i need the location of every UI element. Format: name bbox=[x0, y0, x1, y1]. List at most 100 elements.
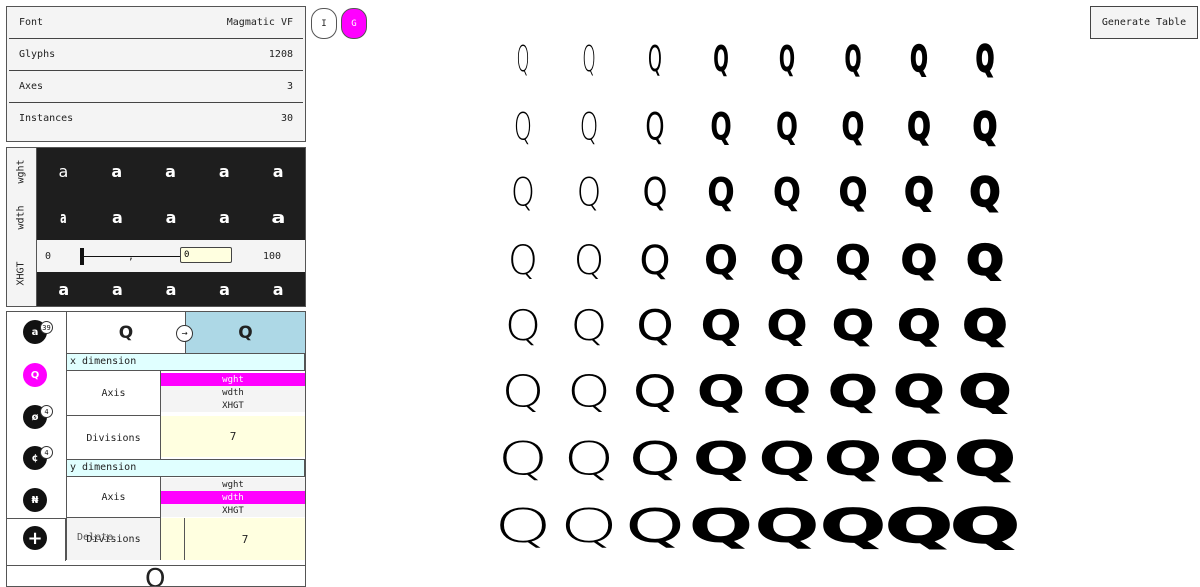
glyph-count-badge: 4 bbox=[40, 405, 53, 418]
grid-glyph: Q bbox=[501, 366, 545, 417]
info-label: Glyphs bbox=[19, 49, 56, 60]
grid-glyph: Q bbox=[703, 235, 739, 284]
grid-glyph: Q bbox=[772, 170, 802, 216]
grid-glyph: Q bbox=[972, 103, 998, 148]
grid-glyph: Q bbox=[835, 235, 871, 284]
grid-glyph: Q bbox=[953, 432, 1016, 486]
x-dimension-header: x dimension bbox=[66, 353, 305, 371]
grid-glyph: Q bbox=[910, 39, 928, 80]
generate-table-button[interactable]: Generate Table bbox=[1090, 6, 1198, 39]
add-glyph-button[interactable]: + bbox=[23, 526, 47, 550]
preview-glyph: a bbox=[58, 279, 70, 299]
axis-option[interactable]: wdth bbox=[161, 386, 305, 399]
slider-tick: , bbox=[128, 251, 135, 262]
preview-glyph: a bbox=[272, 161, 284, 181]
grid-glyph: Q bbox=[692, 432, 750, 486]
axis-option[interactable]: XHGT bbox=[161, 399, 305, 412]
grid-glyph: Q bbox=[884, 498, 953, 553]
axis-option-selected[interactable]: wdth bbox=[161, 491, 305, 504]
x-axis-select[interactable]: wght wdth XHGT bbox=[161, 373, 305, 412]
info-value: 1208 bbox=[268, 49, 293, 60]
glyph-count-badge: 4 bbox=[40, 446, 53, 459]
preview-glyph: a bbox=[218, 161, 230, 181]
grid-glyph: Q bbox=[636, 301, 674, 350]
to-glyph-cell: Q bbox=[185, 312, 305, 353]
grid-glyph: Q bbox=[713, 39, 729, 80]
info-label: Instances bbox=[19, 113, 74, 124]
grid-glyph: Q bbox=[969, 170, 1001, 216]
axis-preview-glyphs: a a a a a bbox=[37, 272, 305, 306]
info-label: Axes bbox=[19, 81, 44, 92]
preview-glyph: a bbox=[111, 279, 123, 299]
grid-glyph: Q bbox=[888, 432, 949, 486]
grid-glyph: Q bbox=[710, 103, 732, 148]
grid-glyph: Q bbox=[567, 366, 611, 417]
grid-glyph: Q bbox=[570, 301, 608, 350]
preview-glyph: a bbox=[272, 279, 284, 299]
preview-glyph: a bbox=[165, 161, 176, 181]
grid-glyph: Q bbox=[896, 301, 941, 350]
grid-glyph: Q bbox=[648, 39, 662, 80]
grid-glyph: Q bbox=[819, 498, 887, 553]
grid-glyph: Q bbox=[494, 498, 552, 553]
grid-controls-panel: a 39 Q ø 4 ¢ 4 ₦ + Q Q → x dimension Axi… bbox=[6, 311, 306, 587]
grid-glyph: Q bbox=[838, 170, 868, 216]
grid-glyph: Q bbox=[642, 170, 668, 216]
axis-row-xhgt: XHGT 0 , 100 a a a a a bbox=[7, 240, 305, 306]
axis-option-selected[interactable]: wght bbox=[161, 373, 305, 386]
italic-toggle-button[interactable]: I bbox=[311, 8, 337, 39]
slider-handle[interactable] bbox=[80, 248, 84, 265]
grid-glyph: Q bbox=[559, 498, 619, 553]
axis-option[interactable]: wght bbox=[161, 478, 305, 491]
glyph-grid: QQQQQQQQQQQQQQQQQQQQQQQQQQQQQQQQQQQQQQQQ… bbox=[490, 28, 1030, 558]
toggle-label: I bbox=[321, 18, 327, 29]
preview-glyph: a bbox=[219, 279, 230, 299]
axis-option[interactable]: XHGT bbox=[161, 504, 305, 517]
grid-glyph: Q bbox=[513, 103, 533, 148]
xhgt-slider-row: 0 , 100 bbox=[37, 240, 305, 272]
divisions-label-cell: Divisions bbox=[66, 416, 161, 461]
font-info-row: Glyphs 1208 bbox=[9, 39, 303, 71]
info-value: Magmatic VF bbox=[226, 17, 293, 28]
grid-glyph: Q bbox=[778, 39, 796, 80]
delete-button[interactable]: Delete bbox=[77, 532, 113, 543]
glyph-list-item[interactable]: ₦ bbox=[23, 488, 47, 512]
grid-glyph: Q bbox=[645, 103, 665, 148]
slider-value-input[interactable] bbox=[180, 247, 232, 263]
axis-preview-glyphs: a a a a a bbox=[37, 148, 305, 194]
grid-glyph: Q bbox=[841, 103, 865, 148]
generate-label: Generate Table bbox=[1101, 17, 1187, 28]
grid-glyph: Q bbox=[639, 235, 671, 284]
bottom-preview-strip: Q bbox=[6, 565, 306, 586]
grid-glyph: Q bbox=[907, 103, 931, 148]
grid-glyph: Q bbox=[893, 366, 946, 417]
y-divisions-input[interactable]: 7 bbox=[185, 518, 305, 560]
grid-glyph: Q bbox=[625, 498, 685, 553]
axis-row-wdth: wdth a a a a a bbox=[7, 194, 305, 240]
grid-glyph: Q bbox=[563, 432, 615, 486]
font-info-panel: Font Magmatic VF Glyphs 1208 Axes 3 Instanc… bbox=[6, 6, 306, 142]
axis-label-cell: Axis bbox=[66, 477, 161, 518]
grid-glyph: Q bbox=[688, 498, 754, 553]
grid-glyph: Q bbox=[582, 39, 596, 80]
axis-row-wght: wght a a a a a bbox=[7, 148, 305, 194]
grid-glyph: Q bbox=[508, 235, 538, 284]
grid-glyph: Q bbox=[831, 301, 875, 350]
preview-glyph: a bbox=[58, 161, 69, 181]
grid-glyph: Q bbox=[769, 235, 805, 284]
x-divisions-input[interactable]: 7 bbox=[161, 416, 305, 457]
grid-glyph: Q bbox=[629, 432, 681, 486]
grid-glyph: Q bbox=[949, 498, 1021, 553]
axis-label: wght bbox=[7, 148, 37, 194]
grid-glyph: Q bbox=[958, 366, 1013, 417]
preview-glyph: a bbox=[165, 279, 177, 299]
y-axis-select[interactable]: wght wdth XHGT bbox=[161, 478, 305, 517]
glyph-toggle-button[interactable]: G bbox=[341, 8, 367, 39]
grid-glyph: Q bbox=[573, 235, 605, 284]
grid-glyph: Q bbox=[504, 301, 542, 350]
arrow-right-icon[interactable]: → bbox=[176, 325, 193, 342]
slider-max: 100 bbox=[263, 251, 282, 262]
axis-preview-glyphs: a a a a a bbox=[37, 194, 305, 240]
glyph-list-item-selected[interactable]: Q bbox=[23, 363, 47, 387]
grid-glyph: Q bbox=[511, 170, 535, 216]
